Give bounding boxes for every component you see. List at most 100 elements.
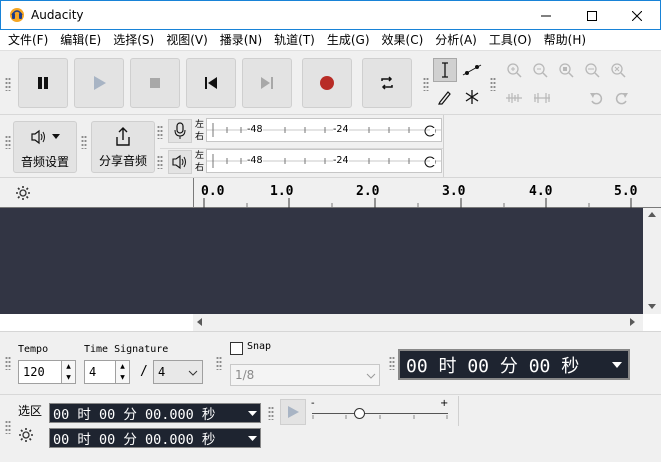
record-icon (320, 76, 334, 90)
dropdown-arrow-icon[interactable] (612, 361, 622, 369)
record-meter-grip[interactable] (157, 125, 163, 139)
scroll-right-icon[interactable] (630, 318, 636, 326)
spin-up-icon[interactable]: ▲ (62, 361, 75, 372)
playback-speed-slider[interactable] (312, 408, 448, 420)
menu-effect[interactable]: 效果(C) (376, 30, 430, 50)
dropdown-arrow-icon[interactable] (248, 410, 257, 417)
spin-up-icon[interactable]: ▲ (116, 361, 129, 372)
undo-icon (590, 92, 603, 105)
tools-grip[interactable] (423, 77, 429, 91)
play-at-speed-grip[interactable] (268, 406, 274, 420)
scroll-left-icon[interactable] (197, 318, 203, 326)
record-meter-value2: -24 (333, 124, 349, 135)
audio-setup-button[interactable]: 音频设置 (13, 121, 77, 173)
menu-transport[interactable]: 播录(N) (214, 30, 268, 50)
scroll-down-icon[interactable] (648, 304, 656, 310)
record-meter-button[interactable] (168, 119, 192, 143)
fit-project-button[interactable] (580, 58, 604, 82)
selection-start-display[interactable]: 00 时 00 分 00.000 秒 (49, 403, 261, 423)
redo-button[interactable] (610, 86, 634, 110)
trim-button[interactable] (502, 86, 526, 110)
track-area[interactable] (0, 208, 643, 314)
play-meter-value2: -24 (333, 155, 349, 166)
share-audio-button[interactable]: 分享音频 (91, 121, 155, 173)
skip-end-button[interactable] (242, 58, 292, 108)
menu-tracks[interactable]: 轨道(T) (268, 30, 321, 50)
dropdown-arrow-icon[interactable] (248, 435, 257, 442)
selection-tool-button[interactable] (433, 58, 457, 82)
meter-scale (207, 154, 441, 168)
time-signature-denominator-select[interactable]: 4 (153, 360, 203, 384)
time-display[interactable]: 00 时 00 分 00 秒 (402, 353, 626, 377)
stop-button[interactable] (130, 58, 180, 108)
time-signature-grip[interactable] (5, 356, 11, 370)
denominator-value: 4 (158, 365, 166, 379)
timeline-settings-icon[interactable] (15, 185, 31, 204)
skip-start-button[interactable] (186, 58, 236, 108)
loop-button[interactable] (362, 58, 412, 108)
zoom-toggle-button[interactable] (606, 58, 630, 82)
tempo-input[interactable]: 120 (18, 360, 62, 384)
play-meter[interactable]: -48 -24 (206, 149, 442, 173)
selection-label: 选区 (18, 404, 43, 418)
transport-grip[interactable] (5, 77, 11, 91)
edit-grip[interactable] (490, 77, 496, 91)
menu-view[interactable]: 视图(V) (160, 30, 214, 50)
menu-help[interactable]: 帮助(H) (538, 30, 592, 50)
menu-edit[interactable]: 编辑(E) (54, 30, 107, 50)
spin-down-icon[interactable]: ▼ (62, 372, 75, 383)
tempo-spinner[interactable]: ▲ ▼ (62, 360, 76, 384)
horizontal-scrollbar[interactable] (193, 314, 643, 331)
selection-end-value: 00 时 00 分 00.000 秒 (53, 432, 216, 448)
snap-grip[interactable] (216, 356, 222, 370)
play-meter-button[interactable] (168, 150, 192, 174)
pause-button[interactable] (18, 58, 68, 108)
menu-analyze[interactable]: 分析(A) (429, 30, 483, 50)
time-display-frame[interactable]: 00 时 00 分 00 秒 (398, 349, 630, 380)
maximize-button[interactable] (569, 1, 615, 30)
menu-select[interactable]: 选择(S) (107, 30, 160, 50)
audio-setup-grip[interactable] (5, 135, 11, 149)
dropdown-arrow-icon (52, 134, 60, 139)
snap-select[interactable]: 1/8 (230, 364, 380, 386)
record-button[interactable] (302, 58, 352, 108)
play-button[interactable] (74, 58, 124, 108)
microphone-icon (174, 122, 186, 139)
timeline-ruler[interactable]: 0.0 1.0 2.0 3.0 4.0 5.0 (0, 177, 661, 208)
play-meter-grip[interactable] (157, 155, 163, 169)
selection-settings-icon[interactable] (18, 427, 34, 446)
menu-file[interactable]: 文件(F) (2, 30, 54, 50)
record-meter-reset-icon[interactable] (424, 125, 436, 140)
draw-tool-button[interactable] (433, 85, 457, 109)
speaker-icon (31, 129, 45, 145)
selection-grip[interactable] (5, 420, 11, 434)
menu-tools[interactable]: 工具(O) (483, 30, 538, 50)
numerator-spinner[interactable]: ▲ ▼ (116, 360, 130, 384)
play-meter-reset-icon[interactable] (424, 156, 436, 171)
undo-button[interactable] (584, 86, 608, 110)
minimize-button[interactable] (523, 1, 569, 30)
scroll-up-icon[interactable] (648, 212, 656, 218)
share-audio-grip[interactable] (81, 135, 87, 149)
multi-tool-button[interactable] (460, 85, 484, 109)
menu-generate[interactable]: 生成(G) (321, 30, 376, 50)
spin-down-icon[interactable]: ▼ (116, 372, 129, 383)
envelope-tool-button[interactable] (460, 58, 484, 82)
time-grip[interactable] (389, 356, 395, 370)
time-signature-numerator-input[interactable]: 4 (84, 360, 116, 384)
ruler-ticks (203, 198, 632, 208)
silence-button[interactable] (530, 86, 554, 110)
time-display-value: 00 时 00 分 00 秒 (406, 355, 580, 377)
close-button[interactable] (614, 1, 660, 30)
fit-selection-button[interactable] (554, 58, 578, 82)
record-meter[interactable]: -48 -24 (206, 118, 442, 142)
title-bar: Audacity (0, 0, 661, 30)
snap-checkbox[interactable] (230, 342, 243, 355)
envelope-icon (462, 64, 482, 76)
zoom-in-button[interactable] (502, 58, 526, 82)
vertical-scrollbar[interactable] (643, 208, 661, 314)
play-at-speed-button[interactable] (280, 399, 306, 425)
zoom-out-button[interactable] (528, 58, 552, 82)
selection-end-display[interactable]: 00 时 00 分 00.000 秒 (49, 428, 261, 448)
stop-icon (150, 78, 160, 88)
